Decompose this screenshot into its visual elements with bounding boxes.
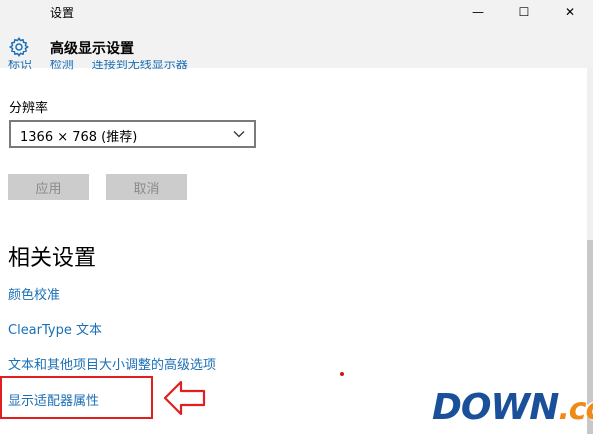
apply-button-label: 应用 (35, 181, 62, 197)
stray-dot (340, 372, 344, 376)
pointer-arrow-icon (163, 380, 206, 416)
watermark-suffix: .cc (558, 392, 593, 427)
watermark-main: DOWN (432, 387, 559, 428)
color-calibration-link[interactable]: 颜色校准 (8, 284, 60, 303)
chevron-down-icon (233, 131, 245, 138)
cancel-button[interactable]: 取消 (106, 174, 187, 200)
gear-icon (9, 36, 29, 58)
highlight-box (0, 376, 153, 419)
resolution-label: 分辨率 (9, 101, 49, 116)
resolution-dropdown[interactable]: 1366 × 768 (推荐) (9, 120, 256, 148)
watermark-logo: DOWN.cc (432, 386, 593, 430)
connect-wireless-display-link[interactable]: 连接到无线显示器 (92, 60, 188, 72)
resolution-value: 1366 × 768 (推荐) (20, 130, 138, 145)
identify-link[interactable]: 标识 (8, 60, 32, 72)
maximize-icon: ☐ (518, 5, 530, 19)
minimize-button[interactable]: — (455, 0, 501, 24)
close-icon: ✕ (564, 5, 576, 19)
related-settings-title: 相关设置 (8, 246, 97, 271)
apply-button[interactable]: 应用 (8, 174, 89, 200)
detect-link[interactable]: 检测 (50, 60, 74, 72)
minimize-icon: — (472, 5, 484, 19)
window-title: 设置 (50, 6, 75, 20)
cancel-button-label: 取消 (133, 181, 160, 197)
top-links-row: 标识 检测 连接到无线显示器 (8, 60, 202, 74)
advanced-sizing-link[interactable]: 文本和其他项目大小调整的高级选项 (8, 354, 216, 373)
maximize-button[interactable]: ☐ (501, 0, 547, 24)
cleartype-text-link[interactable]: ClearType 文本 (8, 319, 102, 338)
page-title: 高级显示设置 (50, 41, 134, 57)
title-bar: 设置 — ☐ ✕ (0, 0, 593, 24)
close-button[interactable]: ✕ (547, 0, 593, 24)
